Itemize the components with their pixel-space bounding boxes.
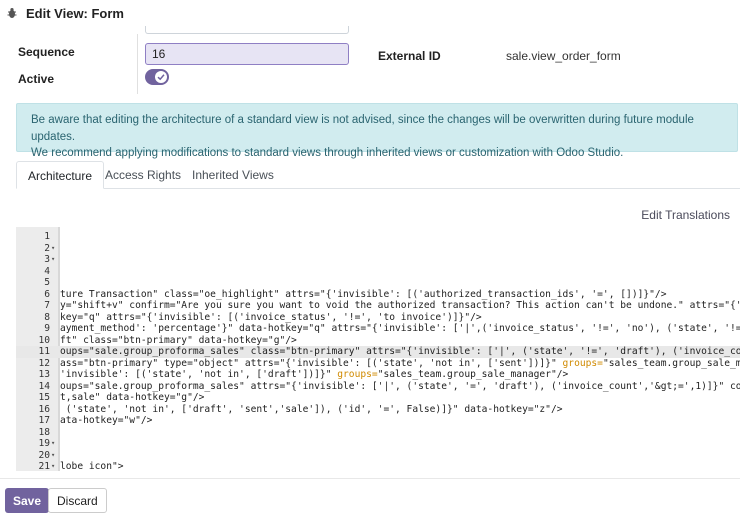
line-number: 8: [44, 311, 50, 323]
code-line: 4: [16, 266, 740, 278]
fold-arrow-icon[interactable]: ▾: [51, 254, 57, 266]
line-number: 10: [38, 334, 50, 346]
alert-line-1: Be aware that editing the architecture o…: [31, 114, 694, 143]
page-header: Edit View: Form: [0, 0, 740, 26]
code-line: 15 t,sale" data-hotkey="g"/>: [16, 392, 740, 404]
code-line: 21 ▾ lobe icon">: [16, 461, 740, 473]
fold-arrow-icon[interactable]: ▾: [51, 461, 57, 473]
line-number: 12: [38, 357, 50, 369]
code-line: 6 ture Transaction" class="oe_highlight" …: [16, 289, 740, 301]
fold-arrow-icon[interactable]: ▾: [51, 243, 57, 255]
code-line: 17 ata-hotkey="w"/>: [16, 415, 740, 427]
code-line: 10 ft" class="btn-primary" data-hotkey="g…: [16, 335, 740, 347]
code-line: 11 oups="sale.group_proforma_sales" class…: [16, 346, 740, 358]
code-text: oups="sale.group_proforma_sales" class="…: [60, 346, 740, 357]
warning-alert: Be aware that editing the architecture o…: [16, 103, 738, 159]
code-text: oups="sale.group_proforma_sales" attrs="…: [60, 380, 740, 392]
edit-translations-link[interactable]: Edit Translations: [641, 208, 730, 222]
toggle-knob: [155, 71, 167, 83]
external-id-value: sale.view_order_form: [506, 49, 621, 63]
sequence-label: Sequence: [18, 45, 75, 59]
line-number: 16: [38, 403, 50, 415]
code-text: ass="btn-primary" type="object" attrs="{…: [60, 357, 740, 369]
code-line: 5: [16, 277, 740, 289]
active-toggle[interactable]: [145, 69, 169, 85]
line-number: 14: [38, 380, 50, 392]
code-line: 13 'invisible': [('state', 'not in', ['dr…: [16, 369, 740, 381]
code-line: 18: [16, 427, 740, 439]
code-line: 14 oups="sale.group_proforma_sales" attrs…: [16, 381, 740, 393]
external-id-label: External ID: [378, 49, 441, 63]
line-number: 2: [44, 242, 50, 254]
save-button[interactable]: Save: [5, 488, 50, 513]
line-number: 15: [38, 392, 50, 403]
code-line: 20 ▾: [16, 450, 740, 462]
line-number: 5: [44, 277, 50, 288]
code-line: 9 ayment_method': 'percentage'}" data-hot…: [16, 323, 740, 335]
line-number: 11: [38, 346, 50, 357]
code-text: ft" class="btn-primary" data-hotkey="g"/…: [60, 334, 297, 346]
code-line: 1: [16, 231, 740, 243]
code-line: 8 key="q" attrs="{'invisible': [('invoice…: [16, 312, 740, 324]
code-line: 7 y="shift+v" confirm="Are you sure you w…: [16, 300, 740, 312]
line-number: 13: [38, 369, 50, 380]
code-editor[interactable]: 1 2 ▾ 3 ▾ 4 5 6 ture Transaction" class="oe_high…: [16, 227, 740, 473]
code-text: 'invisible': [('state', 'not in', ['draf…: [60, 369, 569, 380]
page-title: Edit View: Form: [26, 5, 124, 21]
tab-inherited-views[interactable]: Inherited Views: [181, 161, 285, 189]
code-text: key="q" attrs="{'invisible': [('invoice_…: [60, 311, 482, 323]
line-number: 3: [44, 254, 50, 265]
line-number: 4: [44, 265, 50, 277]
line-number: 9: [44, 323, 50, 334]
line-number: 6: [44, 288, 50, 300]
active-label: Active: [18, 72, 55, 86]
code-text: ayment_method': 'percentage'}" data-hotk…: [60, 323, 740, 334]
tab-bar: Architecture Access Rights Inherited Vie…: [16, 161, 740, 189]
fold-arrow-icon[interactable]: ▾: [51, 450, 57, 462]
code-text: y="shift+v" confirm="Are you sure you wa…: [60, 300, 740, 311]
tab-architecture[interactable]: Architecture: [16, 161, 105, 189]
code-line: 12 ass="btn-primary" type="object" attrs=…: [16, 358, 740, 370]
fold-arrow-icon[interactable]: ▾: [51, 438, 57, 450]
sequence-input[interactable]: [145, 43, 349, 65]
code-text: lobe icon">: [60, 461, 124, 472]
line-number: 18: [38, 426, 50, 438]
line-number: 19: [38, 438, 50, 449]
label-divider: [137, 34, 138, 94]
line-number: 21: [38, 461, 50, 472]
line-number: 20: [38, 449, 50, 461]
bug-icon: [7, 8, 17, 18]
form-footer: Save Discard: [0, 478, 740, 520]
code-text: ata-hotkey="w"/>: [60, 415, 153, 426]
field-edge: [145, 26, 349, 34]
line-number: 1: [44, 231, 50, 242]
code-text: ('state', 'not in', ['draft', 'sent','sa…: [60, 403, 563, 415]
code-line: 16 ('state', 'not in', ['draft', 'sent',…: [16, 404, 740, 416]
code-line: 19 ▾: [16, 438, 740, 450]
code-line: 3 ▾: [16, 254, 740, 266]
alert-line-2: We recommend applying modifications to s…: [31, 147, 624, 159]
code-text: t,sale" data-hotkey="g"/>: [60, 392, 205, 403]
tab-access-rights[interactable]: Access Rights: [94, 161, 192, 189]
code-text: ture Transaction" class="oe_highlight" a…: [60, 288, 667, 300]
line-number: 7: [44, 300, 50, 311]
check-icon: [157, 74, 165, 81]
code-line: 2 ▾: [16, 243, 740, 255]
discard-button[interactable]: Discard: [48, 488, 107, 513]
line-number: 17: [38, 415, 50, 426]
